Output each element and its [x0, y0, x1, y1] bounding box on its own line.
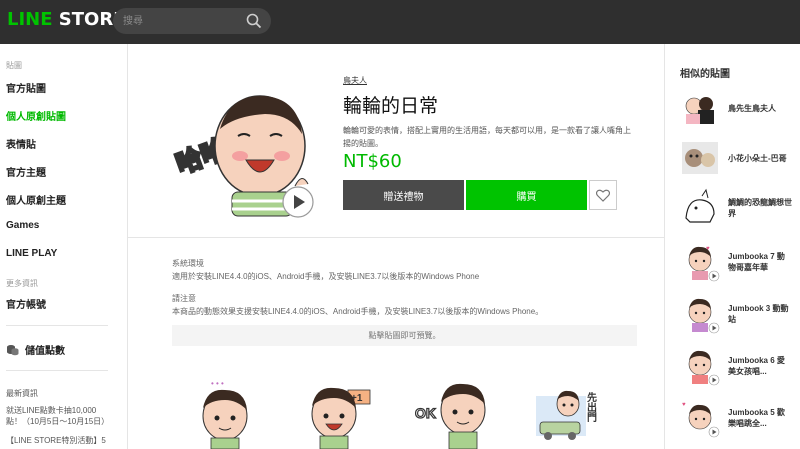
- similar-name: 鯛鯛的恐龍鯛想世界: [728, 198, 792, 218]
- top-header: LINE STORE: [0, 0, 800, 44]
- similar-name: 鳥先生鳥夫人: [728, 103, 776, 113]
- buy-button[interactable]: 購買: [466, 180, 587, 210]
- similar-thumb: [688, 298, 720, 334]
- product-description: 輪輪可愛的表情，搭配上實用的生活用語，每天都可以用，是一款看了讓人嘴角上揚的貼圖…: [343, 126, 631, 148]
- similar-thumb: [688, 350, 720, 386]
- similar-stickers-panel: 相似的貼圖 鳥先生鳥夫人 小花小朵土-巴哥 鯛鯛的恐龍鯛想世界 ♥ Jumboo…: [664, 44, 800, 449]
- sidebar-item-official-accounts[interactable]: 官方帳號: [6, 296, 46, 311]
- points-label: 儲值點數: [25, 346, 65, 357]
- author-link[interactable]: 鳥夫人: [343, 75, 367, 86]
- similar-item[interactable]: 鯛鯛的恐龍鯛想世界: [680, 186, 795, 230]
- sidebar-item-line-play[interactable]: LINE PLAY: [6, 248, 57, 259]
- left-sidebar: 貼圖 官方貼圖 個人原創貼圖 表情貼 官方主題 個人原創主題 Games LIN…: [0, 44, 128, 449]
- sticker-ok-text: OK: [415, 405, 436, 421]
- news-item[interactable]: 就送LINE點數卡抽10,000點！（10月5日～10月15日）: [6, 405, 112, 427]
- similar-item[interactable]: 鳥先生鳥夫人: [680, 86, 795, 130]
- similar-item[interactable]: ♥ Jumbooka 7 動物哥嘉年華: [680, 240, 795, 284]
- sticker-thumb[interactable]: • • •: [185, 374, 265, 449]
- sidebar-section-stickers: 貼圖: [6, 61, 22, 70]
- env-label: 系統環境: [172, 259, 204, 268]
- svg-text:♥: ♥: [682, 402, 686, 408]
- similar-title: 相似的貼圖: [680, 69, 730, 80]
- env-text: 適用於安裝LINE4.4.0的iOS、Android手機，及安裝LINE3.7以…: [172, 272, 480, 281]
- similar-thumb: [685, 97, 714, 124]
- sticker-leaving-text: 先出門: [585, 391, 597, 423]
- similar-thumb: [685, 188, 715, 223]
- news-item[interactable]: 【LINE STORE特別活動】5: [6, 435, 112, 446]
- logo-line-text: LINE: [7, 9, 53, 30]
- sticker-thumb[interactable]: +1: [298, 374, 378, 449]
- similar-item[interactable]: ♥ Jumbooka 5 歡樂唱跳全...: [680, 396, 795, 440]
- notice-label: 請注意: [172, 294, 196, 303]
- sidebar-item-emoji[interactable]: 表情貼: [6, 136, 36, 151]
- sidebar-item-creators-stickers[interactable]: 個人原創貼圖: [6, 108, 66, 123]
- coins-icon: [7, 345, 19, 356]
- product-title: 輪輪的日常: [343, 95, 439, 117]
- preview-hint: 點擊貼圖即可預覽。: [172, 325, 637, 346]
- similar-name: Jumbooka 6 愛美女孩唱...: [728, 356, 785, 376]
- sidebar-divider: [6, 325, 108, 326]
- sidebar-item-official-themes[interactable]: 官方主題: [6, 164, 46, 179]
- search-icon[interactable]: [246, 13, 262, 29]
- svg-text:♥: ♥: [706, 246, 710, 252]
- similar-thumb: ♥: [688, 246, 720, 282]
- similar-item[interactable]: Jumbook 3 動動站: [680, 292, 795, 336]
- sticker-thumb[interactable]: 先出門: [528, 374, 608, 449]
- notice-text: 本商品的動態效果支援安裝LINE4.4.0的iOS、Android手機，及安裝L…: [172, 307, 544, 316]
- similar-name: Jumbooka 7 動物哥嘉年華: [728, 252, 785, 272]
- svg-text:• • •: • • •: [211, 379, 224, 388]
- send-gift-button[interactable]: 贈送禮物: [343, 180, 464, 210]
- similar-name: Jumbooka 5 歡樂唱跳全...: [728, 408, 785, 428]
- similar-name: 小花小朵土-巴哥: [728, 153, 787, 163]
- content-divider: [128, 237, 664, 238]
- favorite-button[interactable]: [589, 180, 617, 210]
- sidebar-item-games[interactable]: Games: [6, 220, 39, 231]
- search-input[interactable]: [123, 12, 243, 30]
- product-detail: 哈哈 鳥夫人 輪輪的日常 輪輪可愛的表情，搭配上實用的生活用語，每天都可以用，是…: [128, 44, 664, 449]
- sticker-main-image[interactable]: 哈哈: [170, 74, 320, 219]
- similar-thumb: ♥: [682, 402, 720, 438]
- sidebar-section-more: 更多資訊: [6, 279, 38, 288]
- sticker-thumb[interactable]: OK: [413, 374, 493, 449]
- similar-item[interactable]: Jumbooka 6 愛美女孩唱...: [680, 344, 795, 388]
- similar-thumb: [682, 142, 718, 174]
- sidebar-divider-2: [6, 370, 108, 371]
- search-box: [113, 8, 271, 34]
- sidebar-item-creators-themes[interactable]: 個人原創主題: [6, 192, 66, 207]
- sidebar-item-points[interactable]: 儲值點數: [6, 342, 65, 357]
- line-store-logo[interactable]: LINE STORE: [7, 9, 126, 31]
- product-price: NT$60: [343, 151, 402, 172]
- similar-name: Jumbook 3 動動站: [728, 304, 789, 324]
- sidebar-item-official-stickers[interactable]: 官方貼圖: [6, 80, 46, 95]
- similar-item[interactable]: 小花小朵土-巴哥: [680, 136, 795, 180]
- news-title: 最新資訊: [6, 389, 38, 398]
- heart-icon: [596, 189, 610, 202]
